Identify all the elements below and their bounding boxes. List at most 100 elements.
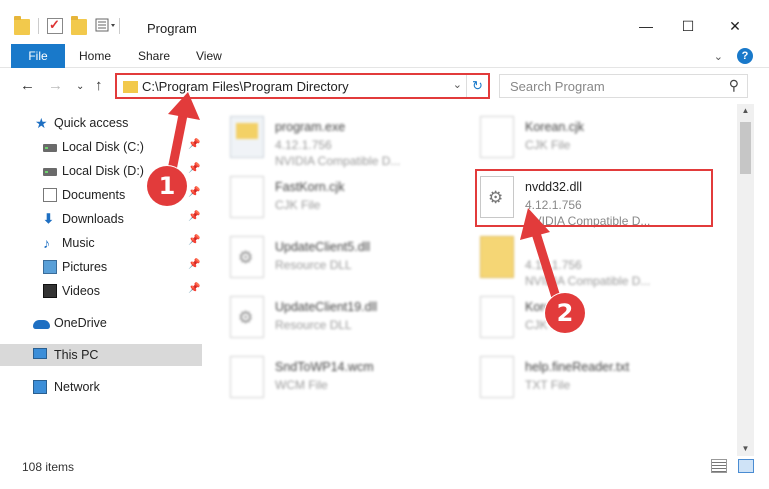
list-item[interactable]: Korean.cjk CJK File [455, 108, 695, 164]
sidebar-item-music[interactable]: ♪ Music 📌 [0, 232, 202, 254]
sidebar-item-onedrive[interactable]: OneDrive [0, 312, 202, 334]
toolbar-divider [38, 18, 39, 34]
dll-gear-icon [230, 296, 264, 338]
file-type: CJK File [275, 198, 321, 212]
pictures-icon [43, 260, 57, 274]
maximize-button[interactable]: ☐ [680, 18, 696, 34]
help-icon[interactable]: ? [737, 48, 753, 64]
recent-locations-icon[interactable]: ⌄ [76, 81, 84, 92]
sidebar-item-quick-access[interactable]: ★ Quick access [0, 112, 202, 134]
list-item[interactable]: help.fineReader.txt TXT File [455, 348, 695, 404]
sidebar-item-label: Music [62, 236, 95, 250]
file-name: program.exe [275, 120, 346, 134]
file-name: UpdateClient5.dll [275, 240, 371, 254]
search-icon[interactable]: ⚲ [729, 77, 739, 94]
title-bar: Program — ☐ ✕ [0, 0, 769, 44]
file-name: SndToWP14.wcm [275, 360, 374, 374]
address-bar[interactable]: C:\Program Files\Program Directory ⌄ ↻ [115, 73, 490, 99]
close-button[interactable]: ✕ [727, 18, 743, 34]
sidebar-item-local-disk-c[interactable]: Local Disk (C:) 📌 [0, 136, 202, 158]
file-name: Korean.cjk [525, 120, 585, 134]
step-1-callout: 1 [147, 166, 187, 206]
pin-icon[interactable]: 📌 [188, 139, 200, 150]
file-type: TXT File [525, 378, 571, 392]
file-icon [230, 176, 264, 218]
search-placeholder[interactable]: Search Program [510, 79, 605, 94]
up-arrow-icon[interactable]: ↑ [95, 77, 103, 94]
sidebar-item-videos[interactable]: Videos 📌 [0, 280, 202, 302]
item-count: 108 items [22, 460, 75, 474]
sidebar-item-label: Network [54, 380, 100, 394]
sidebar-item-label: Local Disk (C:) [62, 140, 144, 154]
search-box[interactable]: Search Program ⚲ [499, 74, 748, 98]
sidebar-item-pictures[interactable]: Pictures 📌 [0, 256, 202, 278]
sidebar-item-label: Quick access [54, 116, 129, 130]
new-folder-icon[interactable] [71, 16, 87, 35]
file-icon [480, 116, 514, 158]
expand-ribbon-icon[interactable]: ⌄ [714, 50, 723, 63]
address-path[interactable]: C:\Program Files\Program Directory [142, 79, 349, 94]
step-2-callout: 2 [545, 293, 585, 333]
documents-icon [43, 188, 57, 202]
list-item[interactable]: SndToWP14.wcm WCM File [205, 348, 445, 404]
sidebar-item-label: Videos [62, 284, 100, 298]
sidebar-item-this-pc[interactable]: This PC [0, 344, 202, 366]
drive-icon [43, 168, 57, 176]
pin-icon[interactable]: 📌 [188, 187, 200, 198]
file-type: WCM File [275, 378, 328, 392]
drive-icon [43, 144, 57, 152]
scroll-up-icon[interactable]: ▲ [737, 104, 754, 118]
dll-gear-icon [230, 236, 264, 278]
videos-icon [43, 284, 57, 298]
forward-arrow-icon[interactable]: → [48, 77, 63, 94]
list-item[interactable]: UpdateClient19.dll Resource DLL [205, 288, 445, 344]
file-icon [230, 356, 264, 398]
file-explorer-window: Program — ☐ ✕ File Home Share View ⌄ ? ←… [0, 0, 769, 489]
sidebar-item-downloads[interactable]: ⬇ Downloads 📌 [0, 208, 202, 230]
file-name: FastKorn.cjk [275, 180, 345, 194]
minimize-button[interactable]: — [638, 18, 654, 34]
file-type: 4.12.1.756 [275, 138, 332, 152]
sidebar-item-network[interactable]: Network [0, 376, 202, 398]
address-dropdown-icon[interactable]: ⌄ [453, 78, 462, 91]
exe-icon [230, 116, 264, 158]
folder-icon [123, 81, 138, 93]
customize-toolbar-icon[interactable] [95, 18, 115, 34]
pin-icon[interactable]: 📌 [188, 259, 200, 270]
back-arrow-icon[interactable]: ← [20, 77, 35, 94]
properties-icon[interactable] [47, 17, 63, 34]
pin-icon[interactable]: 📌 [188, 235, 200, 246]
music-icon: ♪ [43, 235, 50, 251]
details-view-icon[interactable] [711, 459, 727, 473]
list-item[interactable]: program.exe 4.12.1.756 NVIDIA Compatible… [205, 108, 445, 168]
pin-icon[interactable]: 📌 [188, 163, 200, 174]
scrollbar-thumb[interactable] [740, 122, 751, 174]
pin-icon[interactable]: 📌 [188, 283, 200, 294]
tab-share[interactable]: Share [138, 44, 170, 68]
file-type: CJK File [525, 138, 571, 152]
pin-icon[interactable]: 📌 [188, 211, 200, 222]
list-item[interactable]: FastKorn.cjk CJK File [205, 168, 445, 224]
tab-home[interactable]: Home [79, 44, 111, 68]
file-type: Resource DLL [275, 258, 352, 272]
cloud-icon [33, 320, 50, 329]
tab-view[interactable]: View [196, 44, 222, 68]
sidebar-item-label: This PC [54, 348, 99, 362]
window-title: Program [147, 21, 197, 36]
sidebar-item-label: Local Disk (D:) [62, 164, 144, 178]
large-icons-view-icon[interactable] [738, 459, 754, 473]
sidebar-item-label: Documents [62, 188, 126, 202]
navigation-pane: ★ Quick access Local Disk (C:) 📌 Local D… [0, 106, 205, 456]
list-item[interactable]: UpdateClient5.dll Resource DLL [205, 228, 445, 284]
tab-file[interactable]: File [11, 44, 65, 68]
refresh-icon[interactable]: ↻ [466, 75, 488, 97]
star-icon: ★ [35, 115, 48, 131]
quick-access-toolbar [14, 16, 120, 35]
folder-icon [480, 236, 514, 278]
file-name: help.fineReader.txt [525, 360, 630, 374]
list-item[interactable]: 4.12.1.756 NVIDIA Compatible D... [455, 228, 695, 288]
ribbon-controls: ⌄ ? [714, 48, 753, 64]
scroll-down-icon[interactable]: ▼ [737, 442, 754, 456]
file-list: program.exe 4.12.1.756 NVIDIA Compatible… [205, 104, 737, 456]
vertical-scrollbar[interactable]: ▲ ▼ [737, 104, 754, 456]
